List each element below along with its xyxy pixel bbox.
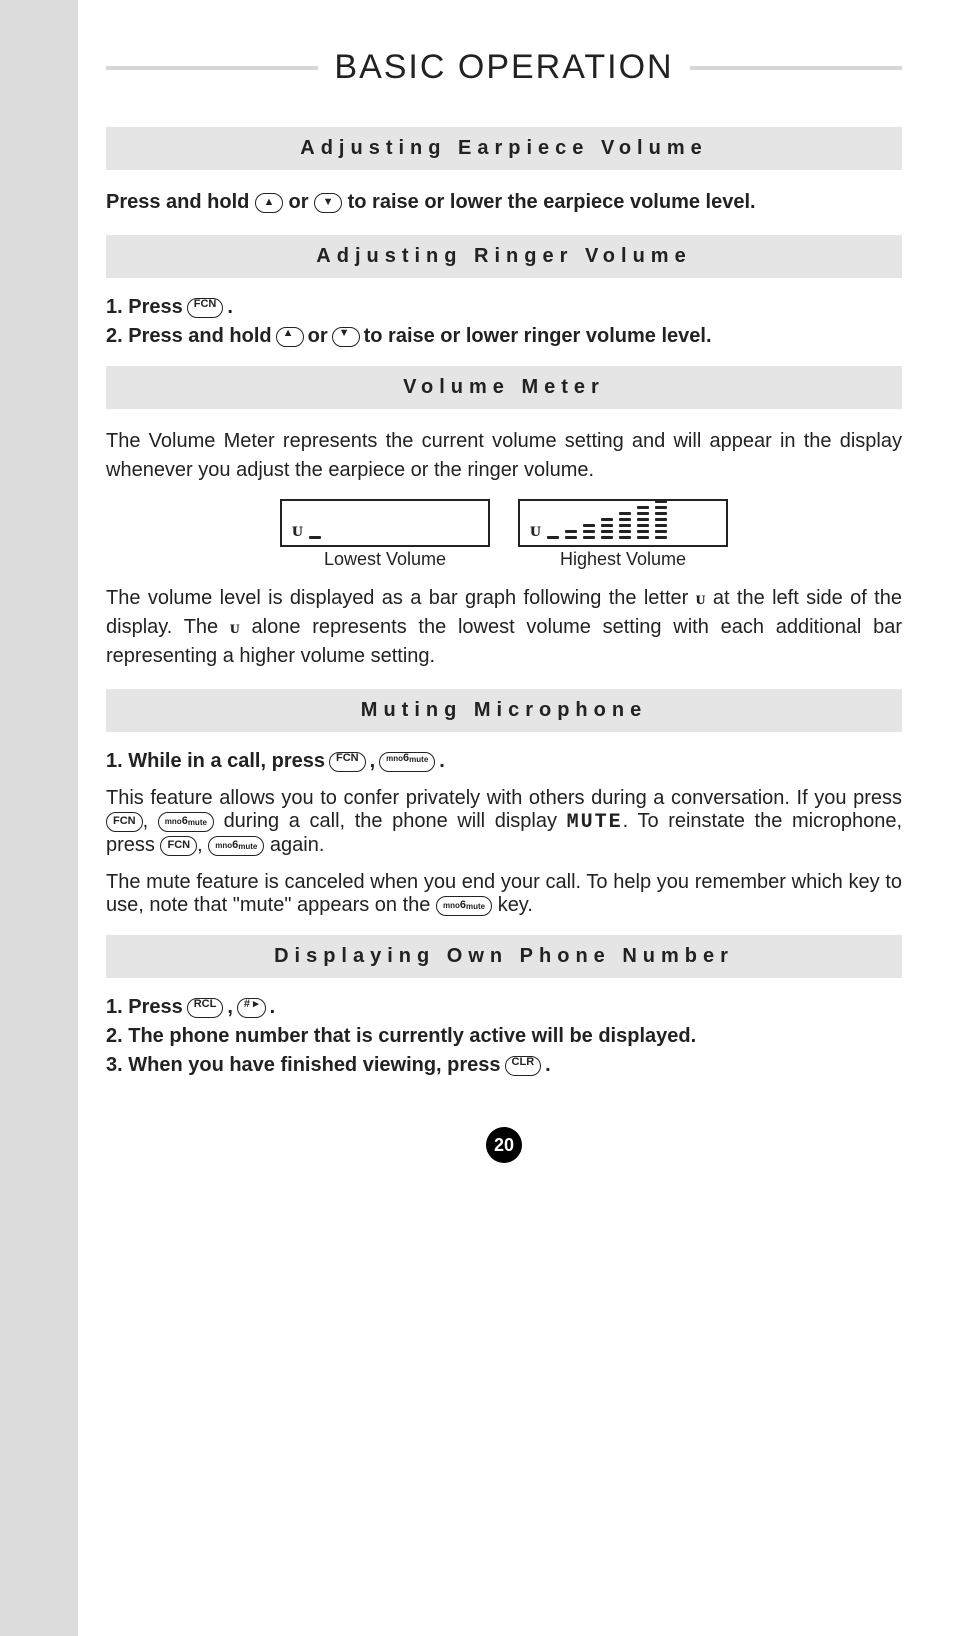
lcd-high-caption: Highest Volume xyxy=(560,549,686,570)
title-rule-left xyxy=(106,66,318,70)
text: . xyxy=(439,750,445,773)
six-mute-key-icon: mno6mute xyxy=(379,752,435,772)
text: The volume level is displayed as a bar g… xyxy=(106,587,696,609)
bar-icon xyxy=(309,536,321,539)
text: or xyxy=(289,191,315,213)
text: key. xyxy=(498,894,533,916)
text: , xyxy=(370,750,376,773)
text: Press and hold xyxy=(106,191,255,213)
text: , xyxy=(143,810,158,832)
page-title: BASIC OPERATION xyxy=(334,48,673,87)
section-display-own: Displaying Own Phone Number xyxy=(106,935,902,978)
page-number-badge: 20 xyxy=(486,1127,522,1163)
ringer-step-1: 1. Press FCN . xyxy=(106,296,902,319)
section-adjust-ringer: Adjusting Ringer Volume xyxy=(106,235,902,278)
lcd-low-block: ᴜ Lowest Volume xyxy=(280,499,490,570)
clr-key-icon: CLR xyxy=(505,1056,542,1076)
lcd-row: ᴜ Lowest Volume ᴜ Highest Volume xyxy=(106,499,902,570)
bar-icon xyxy=(547,536,559,539)
six-mute-key-icon: mno6mute xyxy=(158,812,214,832)
v-glyph-icon: ᴜ xyxy=(292,519,303,539)
hash-key-icon: # ▸ xyxy=(237,998,266,1018)
six-mute-key-icon: mno6mute xyxy=(436,896,492,916)
volume-meter-para1: The Volume Meter represents the current … xyxy=(106,427,902,485)
bar-icon xyxy=(583,524,595,539)
muting-step-1: 1. While in a call, press FCN, mno6mute. xyxy=(106,750,902,773)
v-glyph-icon: ᴜ xyxy=(696,588,706,609)
bar-icon xyxy=(637,506,649,539)
lcd-high-block: ᴜ Highest Volume xyxy=(518,499,728,570)
left-gutter xyxy=(0,0,78,1636)
text: 2. The phone number that is currently ac… xyxy=(106,1025,696,1048)
text: again. xyxy=(270,834,325,856)
bar-icon xyxy=(619,512,631,539)
text: , xyxy=(227,996,233,1019)
text: to raise or lower the earpiece volume le… xyxy=(348,191,756,213)
section-adjust-earpiece: Adjusting Earpiece Volume xyxy=(106,127,902,170)
text: , xyxy=(197,834,208,856)
bar-icon xyxy=(655,500,667,539)
text: or xyxy=(308,325,328,348)
text: . xyxy=(227,296,233,319)
muting-para-b: The mute feature is canceled when you en… xyxy=(106,871,902,917)
up-key-icon: ▲ xyxy=(276,327,304,347)
v-glyph-icon: ᴜ xyxy=(530,519,541,539)
text: to raise or lower ringer volume level. xyxy=(364,325,712,348)
text: . xyxy=(270,996,276,1019)
v-glyph-icon: ᴜ xyxy=(230,617,240,638)
muting-para-a: This feature allows you to confer privat… xyxy=(106,787,902,857)
earpiece-instruction: Press and hold ▲ or ▼ to raise or lower … xyxy=(106,188,902,217)
section-muting: Muting Microphone xyxy=(106,689,902,732)
section-volume-meter: Volume Meter xyxy=(106,366,902,409)
fcn-key-icon: FCN xyxy=(160,836,197,856)
text: 1. Press xyxy=(106,296,183,319)
fcn-key-icon: FCN xyxy=(106,812,143,832)
bar-icon xyxy=(601,518,613,539)
text: during a call, the phone will display xyxy=(224,810,567,832)
mute-display-icon: MUTE xyxy=(567,811,623,834)
lcd-low-icon: ᴜ xyxy=(280,499,490,547)
display-own-step-1: 1. Press RCL, # ▸. xyxy=(106,996,902,1019)
up-key-icon: ▲ xyxy=(255,193,283,213)
six-mute-key-icon: mno6mute xyxy=(208,836,264,856)
ringer-step-2: 2. Press and hold ▲ or ▼ to raise or low… xyxy=(106,325,902,348)
text: 2. Press and hold xyxy=(106,325,272,348)
down-key-icon: ▼ xyxy=(332,327,360,347)
lcd-low-caption: Lowest Volume xyxy=(324,549,446,570)
fcn-key-icon: FCN xyxy=(187,298,224,318)
volume-meter-para2: The volume level is displayed as a bar g… xyxy=(106,584,902,671)
display-own-step-2: 2. The phone number that is currently ac… xyxy=(106,1025,902,1048)
lcd-high-icon: ᴜ xyxy=(518,499,728,547)
rcl-key-icon: RCL xyxy=(187,998,224,1018)
page-title-bar: BASIC OPERATION xyxy=(106,48,902,87)
text: 1. While in a call, press xyxy=(106,750,325,773)
down-key-icon: ▼ xyxy=(314,193,342,213)
page-content: BASIC OPERATION Adjusting Earpiece Volum… xyxy=(78,0,954,1636)
title-rule-right xyxy=(690,66,902,70)
text: 1. Press xyxy=(106,996,183,1019)
text: . xyxy=(545,1054,551,1077)
fcn-key-icon: FCN xyxy=(329,752,366,772)
bar-icon xyxy=(565,530,577,539)
display-own-step-3: 3. When you have finished viewing, press… xyxy=(106,1054,902,1077)
text: 3. When you have finished viewing, press xyxy=(106,1054,501,1077)
text: This feature allows you to confer privat… xyxy=(106,787,902,809)
